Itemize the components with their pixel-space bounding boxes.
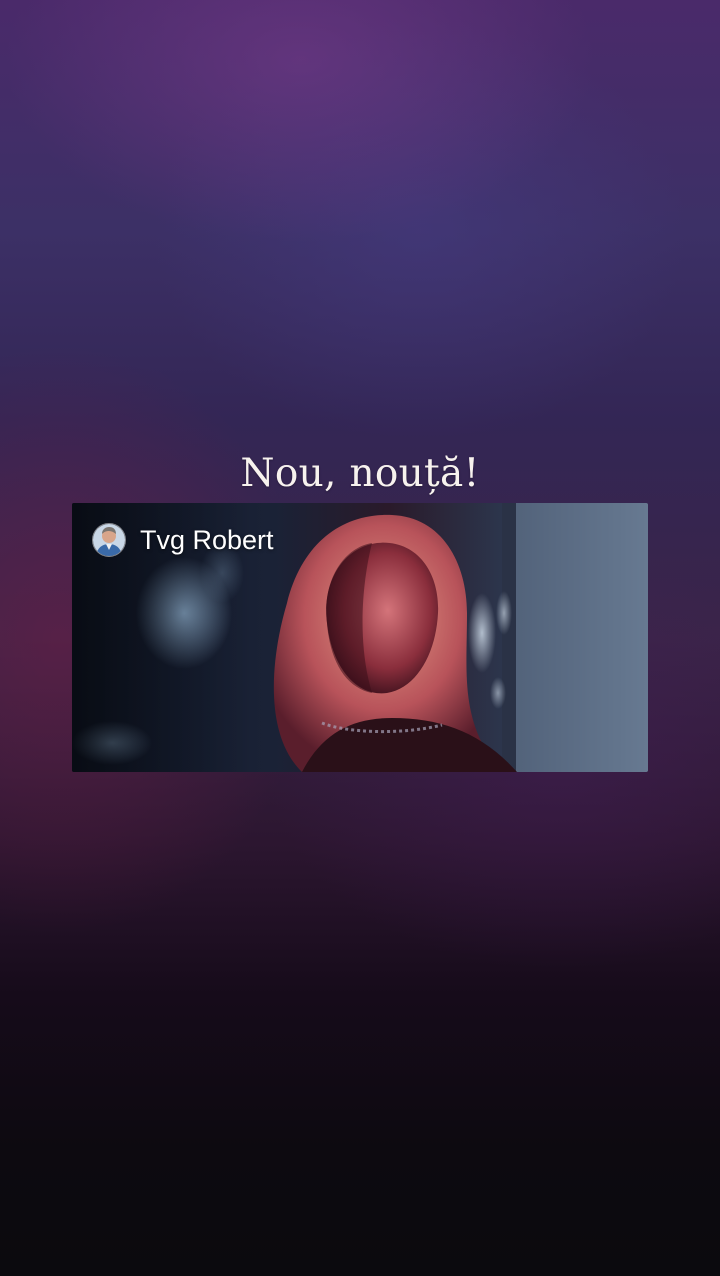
profile-photo-icon (93, 524, 125, 556)
shared-video-card[interactable]: Tvg Robert (72, 503, 648, 772)
post-author[interactable]: Tvg Robert (92, 522, 274, 558)
story-caption: Nou, nouță! (240, 451, 480, 496)
author-name[interactable]: Tvg Robert (140, 522, 274, 558)
author-avatar[interactable] (92, 523, 126, 557)
story-screen[interactable]: Nou, nouță! Tvg Robert (0, 0, 720, 1276)
